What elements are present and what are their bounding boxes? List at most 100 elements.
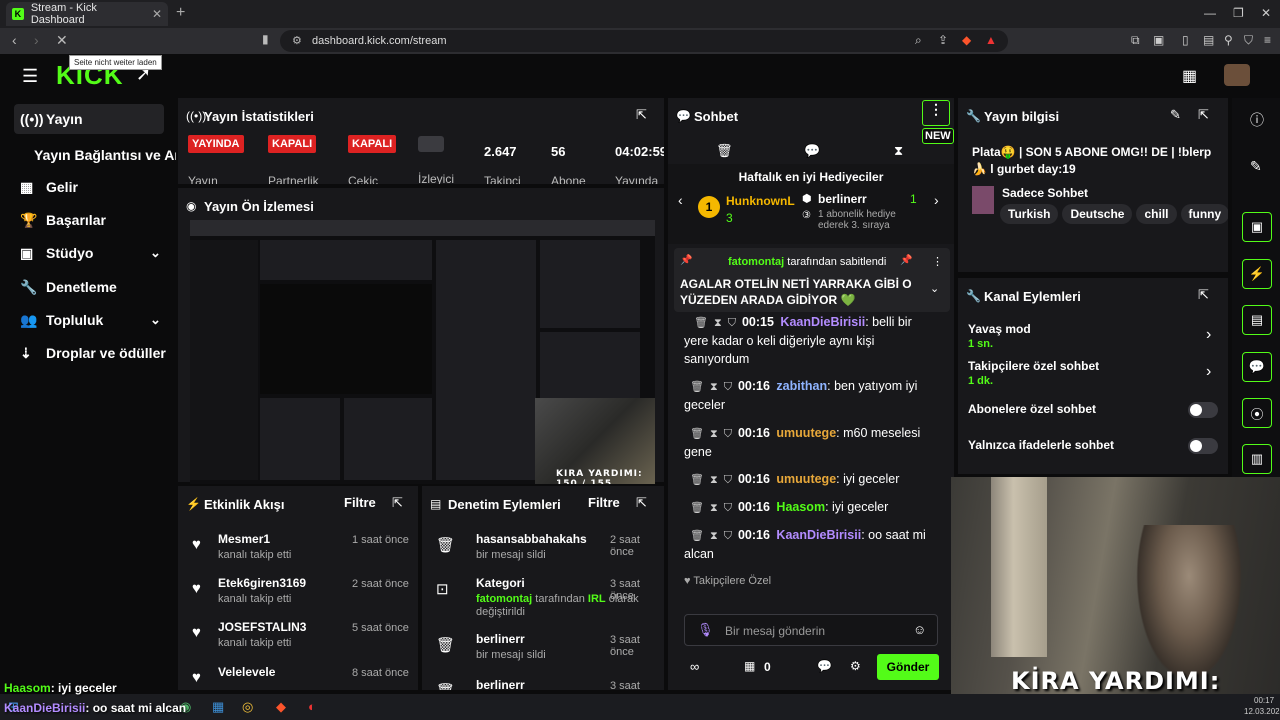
- filter-button[interactable]: Filtre: [344, 495, 376, 510]
- calculator-icon[interactable]: ▦: [212, 699, 224, 715]
- chat-input[interactable]: 🎙 Bir mesaj gönderin ☺: [684, 614, 938, 646]
- trash-icon[interactable]: 🗑: [690, 428, 704, 440]
- minimize-icon[interactable]: —: [1204, 6, 1216, 20]
- category-name[interactable]: Sadece Sohbet: [1002, 186, 1088, 200]
- chevron-right-icon[interactable]: ›: [934, 192, 939, 208]
- sidebar-item-yayin[interactable]: ((•)) Yayın: [14, 104, 164, 134]
- send-button[interactable]: Gönder: [877, 654, 939, 680]
- info-icon[interactable]: ⓘ: [1250, 110, 1264, 130]
- forward-icon[interactable]: ›: [34, 32, 39, 48]
- hourglass-icon[interactable]: ⧗: [710, 428, 718, 440]
- pencil-icon[interactable]: ✎: [1250, 158, 1262, 175]
- stream-preview-video[interactable]: KIRA YARDIMI: 150 / 155: [190, 220, 655, 484]
- stop-icon[interactable]: ✕: [56, 32, 68, 49]
- more-icon[interactable]: ⋮: [932, 255, 943, 268]
- chevron-down-icon[interactable]: ⌄: [930, 282, 939, 295]
- shield-icon[interactable]: ⛉: [724, 381, 732, 393]
- chat-bubble-icon[interactable]: 💬: [1242, 352, 1272, 382]
- chat-options-button[interactable]: ⋮: [922, 100, 950, 126]
- site-info-icon[interactable]: ⚙: [292, 34, 302, 47]
- hourglass-icon[interactable]: ⧗: [894, 143, 903, 159]
- emote-only-toggle[interactable]: [1188, 438, 1218, 454]
- back-icon[interactable]: ‹: [12, 32, 17, 48]
- microphone-icon[interactable]: 🎙: [697, 622, 714, 638]
- shield-icon[interactable]: ⛉: [1244, 33, 1253, 48]
- hourglass-icon[interactable]: ⧗: [710, 530, 718, 542]
- browser-tab[interactable]: K Stream - Kick Dashboard ✕: [6, 2, 168, 26]
- vpn-icon[interactable]: ⚲: [1224, 33, 1233, 47]
- wallet-icon[interactable]: ▤: [1203, 33, 1214, 47]
- subscribers-only-toggle[interactable]: [1188, 402, 1218, 418]
- shield-icon[interactable]: ⛉: [724, 530, 732, 542]
- layout-icon[interactable]: ▥: [1242, 444, 1272, 474]
- camera-icon[interactable]: ▦: [1182, 66, 1197, 86]
- unpin-icon[interactable]: 📌: [900, 255, 912, 266]
- trash-icon[interactable]: 🗑: [690, 530, 704, 542]
- sidebar-item-studyo[interactable]: ▣ Stüdyo ⌄: [20, 238, 161, 268]
- shield-icon[interactable]: ⛉: [724, 502, 732, 514]
- brave-shield-icon[interactable]: ◆: [962, 33, 971, 47]
- followers-only-row[interactable]: Takipçilere özel sohbet 1 dk. ›: [968, 359, 1220, 391]
- sidebar-item-topluluk[interactable]: 👥 Topluluk ⌄: [20, 305, 161, 335]
- obs-icon[interactable]: ◐: [308, 699, 316, 714]
- tag[interactable]: funny: [1180, 204, 1228, 224]
- hourglass-icon[interactable]: ⧗: [710, 502, 718, 514]
- new-tab-icon[interactable]: +: [176, 4, 185, 22]
- shield-icon[interactable]: ⛉: [724, 474, 732, 486]
- screenshot-icon[interactable]: ▣: [1242, 212, 1272, 242]
- tag[interactable]: Deutsche: [1062, 204, 1133, 224]
- chrome-icon[interactable]: ◎: [242, 699, 253, 715]
- trash-icon[interactable]: 🗑: [716, 143, 733, 159]
- extensions-icon[interactable]: ⧉: [1131, 33, 1140, 48]
- hourglass-icon[interactable]: ⧗: [710, 474, 718, 486]
- menu-icon[interactable]: ≡: [1264, 33, 1271, 47]
- sidebar-item-basarilar[interactable]: 🏆 Başarılar: [20, 205, 106, 235]
- trash-icon[interactable]: 🗑: [694, 317, 708, 329]
- close-tab-icon[interactable]: ✕: [152, 7, 162, 21]
- broadcast-icon[interactable]: ⦿: [1242, 398, 1272, 428]
- avatar[interactable]: [1224, 64, 1250, 86]
- pencil-icon[interactable]: ✎: [1170, 107, 1181, 123]
- trash-icon[interactable]: 🗑: [690, 474, 704, 486]
- channel-points-icon[interactable]: ∞: [690, 659, 699, 674]
- bookmark-icon[interactable]: ▮: [262, 32, 269, 46]
- sidebar-item-denetleme[interactable]: 🔧 Denetleme: [20, 272, 117, 302]
- share-icon[interactable]: ⇪: [938, 33, 948, 47]
- expand-icon[interactable]: ⇱: [1198, 107, 1209, 123]
- sidebar-item-gelir[interactable]: ▦ Gelir: [20, 172, 78, 202]
- expand-icon[interactable]: ⇱: [636, 107, 647, 123]
- filter-button[interactable]: Filtre: [588, 495, 620, 510]
- tag[interactable]: chill: [1136, 204, 1177, 224]
- emoji-icon[interactable]: ☺: [913, 622, 926, 637]
- sidebar-toggle-icon[interactable]: ▯: [1182, 33, 1189, 47]
- brave-rewards-icon[interactable]: ▲: [985, 33, 997, 47]
- url-bar[interactable]: ⚙ dashboard.kick.com/stream: [280, 30, 1008, 52]
- slow-mode-row[interactable]: Yavaş mod 1 sn. ›: [968, 322, 1220, 354]
- maximize-icon[interactable]: ❐: [1233, 6, 1244, 20]
- screenshot-icon[interactable]: ▣: [1153, 33, 1164, 47]
- expand-icon[interactable]: ⇱: [636, 495, 647, 511]
- zoom-icon[interactable]: ⌕: [915, 33, 922, 48]
- shield-icon[interactable]: ⛉: [724, 428, 732, 440]
- hamburger-icon[interactable]: ☰: [22, 66, 38, 87]
- store-icon[interactable]: ▦: [744, 659, 755, 673]
- expand-icon[interactable]: ⇱: [392, 495, 403, 511]
- expand-icon[interactable]: ⇱: [1198, 287, 1209, 303]
- close-window-icon[interactable]: ✕: [1261, 6, 1271, 20]
- gear-icon[interactable]: ⚙: [850, 659, 861, 673]
- chat-bubble-icon[interactable]: 💬: [804, 143, 820, 159]
- sidebar-item-droplar[interactable]: ⇣ Droplar ve ödüller: [20, 338, 166, 368]
- trash-icon[interactable]: 🗑: [690, 502, 704, 514]
- lightning-icon[interactable]: ⚡: [1242, 259, 1272, 289]
- trash-icon[interactable]: 🗑: [690, 381, 704, 393]
- clock-time: 00:17: [1254, 696, 1275, 705]
- shield-icon[interactable]: ⛉: [728, 317, 736, 329]
- tag[interactable]: Turkish: [1000, 204, 1059, 224]
- hourglass-icon[interactable]: ⧗: [714, 317, 722, 329]
- brave-icon[interactable]: ◆: [276, 699, 286, 715]
- document-icon[interactable]: ▤: [1242, 305, 1272, 335]
- hourglass-icon[interactable]: ⧗: [710, 381, 718, 393]
- chevron-left-icon[interactable]: ‹: [678, 192, 683, 208]
- sidebar-item-stream-link[interactable]: Yayın Bağlantısı ve An: [34, 140, 176, 170]
- chat-bubble-icon[interactable]: 💬: [817, 659, 832, 673]
